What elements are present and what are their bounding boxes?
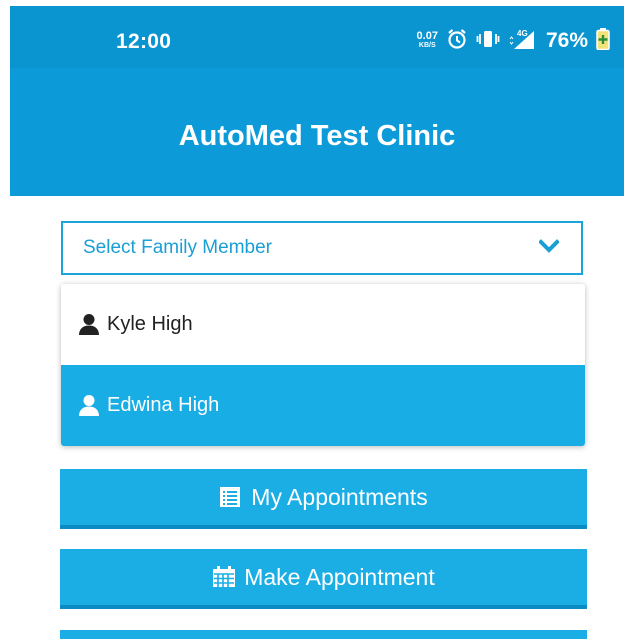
make-appointment-button[interactable]: Make Appointment <box>60 549 587 609</box>
user-icon <box>78 394 100 421</box>
net-speed-value: 0.07 <box>416 30 438 42</box>
net-speed-unit: KB/S <box>418 42 436 49</box>
family-member-select[interactable]: Select Family Member <box>61 221 583 275</box>
family-option-kyle[interactable]: Kyle High <box>61 284 585 365</box>
battery-icon <box>596 27 610 55</box>
net-speed: 0.07 KB/S <box>416 30 438 50</box>
family-option-edwina[interactable]: Edwina High <box>61 365 585 446</box>
battery-percent: 76% <box>545 29 588 52</box>
alarm-icon <box>446 28 468 55</box>
my-appointments-button[interactable]: My Appointments <box>60 469 587 529</box>
next-menu-button[interactable] <box>60 630 587 639</box>
family-option-label: Edwina High <box>107 394 220 416</box>
family-select-placeholder: Select Family Member <box>83 237 272 258</box>
calendar-icon <box>212 566 236 588</box>
list-icon <box>219 486 241 508</box>
app-screen: 12:00 0.07 KB/S 4G 76% AutoMed Test Clin… <box>10 6 624 639</box>
status-bar: 12:00 0.07 KB/S 4G 76% <box>10 6 624 68</box>
user-icon <box>78 313 100 340</box>
status-time: 12:00 <box>116 30 172 53</box>
chevron-down-icon <box>538 239 560 258</box>
svg-text:4G: 4G <box>517 29 528 38</box>
family-option-label: Kyle High <box>107 313 193 335</box>
vibrate-icon <box>476 28 500 55</box>
4g-signal-icon: 4G <box>508 27 538 56</box>
make-appointment-label: Make Appointment <box>244 563 435 590</box>
family-member-dropdown: Kyle High Edwina High <box>61 284 585 446</box>
clinic-title: AutoMed Test Clinic <box>178 120 456 152</box>
my-appointments-label: My Appointments <box>251 483 428 510</box>
status-icons: 0.07 KB/S 4G 76% <box>417 26 610 56</box>
